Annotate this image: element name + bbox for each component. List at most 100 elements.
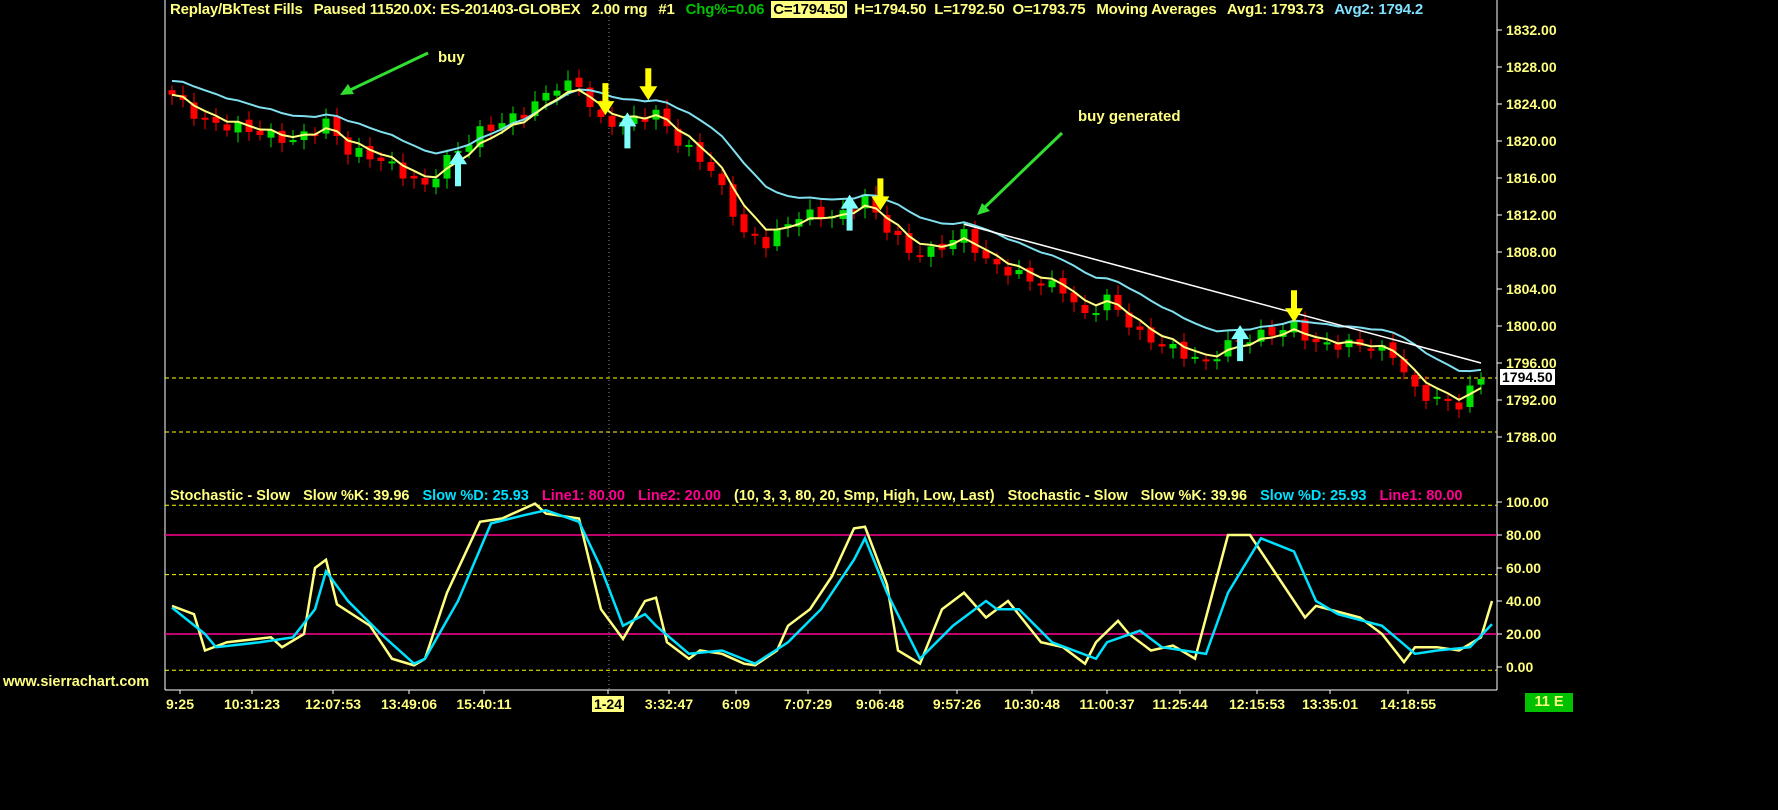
header-study: Moving Averages bbox=[1096, 1, 1217, 18]
stoch-d-line bbox=[171, 508, 1493, 666]
candle-body bbox=[1004, 266, 1012, 276]
stoch-axis-label: 0.00 bbox=[1506, 659, 1534, 675]
candle-body bbox=[432, 178, 440, 188]
time-axis-label: 9:25 bbox=[166, 696, 194, 712]
time-label-text: 12:15:53 bbox=[1228, 696, 1286, 712]
candle-body bbox=[564, 80, 572, 91]
time-axis-label: 13:35:01 bbox=[1302, 696, 1358, 712]
brand-link[interactable]: www.sierrachart.com bbox=[3, 674, 149, 690]
stoch-k-2: Slow %K: 39.96 bbox=[1140, 488, 1248, 504]
candle-body bbox=[707, 162, 715, 171]
time-label-text: 7:07:29 bbox=[783, 696, 833, 712]
candle-body bbox=[894, 230, 902, 235]
time-axis-label: 1-24 bbox=[591, 696, 625, 712]
stochastic-header: Stochastic - Slow Slow %K: 39.96 Slow %D… bbox=[170, 488, 1497, 504]
price-axis-label: 1788.00 bbox=[1506, 429, 1557, 445]
time-axis-label: 7:07:29 bbox=[784, 696, 832, 712]
buy-arrow-icon bbox=[449, 150, 467, 187]
candle-body bbox=[201, 117, 209, 120]
candle-body bbox=[971, 229, 979, 253]
candle-body bbox=[388, 161, 396, 164]
candle-body bbox=[289, 140, 297, 143]
candle-body bbox=[421, 178, 429, 185]
stoch-name: Stochastic - Slow bbox=[170, 488, 291, 504]
header-range: 2.00 rng bbox=[591, 1, 648, 18]
candle-body bbox=[1015, 270, 1023, 275]
stoch-name-2: Stochastic - Slow bbox=[1007, 488, 1128, 504]
candle-body bbox=[1323, 342, 1331, 345]
annotation-arrow-buy-generated bbox=[982, 131, 1064, 210]
stoch-params: (10, 3, 3, 80, 20, Smp, High, Low, Last) bbox=[734, 488, 995, 504]
candle-body bbox=[1433, 396, 1441, 399]
stoch-axis-label: 100.00 bbox=[1506, 494, 1549, 510]
candle-body bbox=[278, 130, 286, 143]
candle-body bbox=[1092, 313, 1100, 316]
candle-body bbox=[1191, 356, 1199, 359]
candle-body bbox=[1345, 339, 1353, 348]
time-axis-label: 11:00:37 bbox=[1079, 696, 1134, 712]
price-axis-label: 1792.00 bbox=[1506, 392, 1557, 408]
candle-body bbox=[762, 237, 770, 249]
stoch-axis-label: 60.00 bbox=[1506, 560, 1542, 576]
price-axis-label: 1832.00 bbox=[1506, 22, 1557, 38]
stoch-axis-label: 40.00 bbox=[1506, 593, 1542, 609]
stoch-line2: Line2: 20.00 bbox=[637, 488, 721, 504]
sell-arrow-icon bbox=[1285, 290, 1303, 323]
header-avg1: Avg1: 1793.73 bbox=[1226, 1, 1324, 18]
price-axis-label: 1804.00 bbox=[1506, 281, 1557, 297]
candle-body bbox=[1136, 326, 1144, 330]
chart-header: Replay/BkTest Fills Paused 11520.0X: ES-… bbox=[170, 1, 1430, 18]
stoch-d: Slow %D: 25.93 bbox=[422, 488, 529, 504]
time-label-text: 9:06:48 bbox=[855, 696, 905, 712]
stoch-k-line bbox=[171, 502, 1494, 667]
stoch-axis-label: 20.00 bbox=[1506, 626, 1542, 642]
time-label-text: 11:00:37 bbox=[1079, 696, 1135, 712]
candle-body bbox=[608, 115, 616, 127]
time-axis-label: 15:40:11 bbox=[456, 696, 511, 712]
sell-arrow-icon bbox=[639, 68, 658, 101]
avg1-line bbox=[171, 88, 1482, 401]
header-chg: Chg%=0.06 bbox=[685, 1, 765, 18]
candle-body bbox=[916, 255, 924, 258]
candle-body bbox=[1202, 359, 1210, 362]
header-low: L=1792.50 bbox=[934, 1, 1005, 18]
candle-body bbox=[740, 214, 748, 233]
header-avg2: Avg2: 1794.2 bbox=[1334, 1, 1423, 18]
candle-body bbox=[542, 92, 550, 101]
header-title: Replay/BkTest Fills bbox=[170, 1, 303, 18]
candle-body bbox=[817, 206, 825, 219]
stoch-k: Slow %K: 39.96 bbox=[303, 488, 410, 504]
price-axis-label: 1800.00 bbox=[1506, 318, 1557, 334]
candle-body bbox=[1477, 378, 1485, 385]
time-label-text: 9:25 bbox=[165, 696, 195, 712]
stoch-line1: Line1: 80.00 bbox=[541, 488, 625, 504]
annotation-arrow-buy bbox=[345, 51, 429, 94]
candle-body bbox=[322, 118, 330, 134]
candle-body bbox=[960, 229, 968, 243]
candle-body bbox=[553, 90, 561, 96]
time-axis-label: 12:15:53 bbox=[1229, 696, 1285, 712]
candle-body bbox=[927, 246, 935, 257]
time-axis-label: 6:09 bbox=[722, 696, 750, 712]
candle-body bbox=[751, 233, 759, 236]
time-label-text: 12:07:53 bbox=[304, 696, 362, 712]
time-axis-label: 14:18:55 bbox=[1380, 696, 1436, 712]
stoch-axis-label: 80.00 bbox=[1506, 527, 1542, 543]
stoch-d-2: Slow %D: 25.93 bbox=[1260, 488, 1367, 504]
time-label-text: 10:31:23 bbox=[223, 696, 281, 712]
candle-body bbox=[1411, 374, 1419, 387]
candle-body bbox=[1158, 344, 1166, 347]
candle-body bbox=[1213, 359, 1221, 362]
stoch-line1-2: Line1: 80.00 bbox=[1379, 488, 1463, 504]
avg2-line bbox=[171, 79, 1482, 373]
time-label-text: 13:49:06 bbox=[380, 696, 438, 712]
candle-body bbox=[1081, 304, 1089, 314]
candle-body bbox=[1268, 327, 1276, 336]
header-chart-num: #1 bbox=[658, 1, 675, 18]
candle-body bbox=[1334, 343, 1342, 350]
candle-body bbox=[355, 147, 363, 157]
time-axis-label: 12:07:53 bbox=[305, 696, 361, 712]
time-label-text: 9:57:26 bbox=[932, 696, 982, 712]
time-label-text: 13:35:01 bbox=[1301, 696, 1359, 712]
header-state: Paused 11520.0X: ES-201403-GLOBEX bbox=[313, 1, 581, 18]
